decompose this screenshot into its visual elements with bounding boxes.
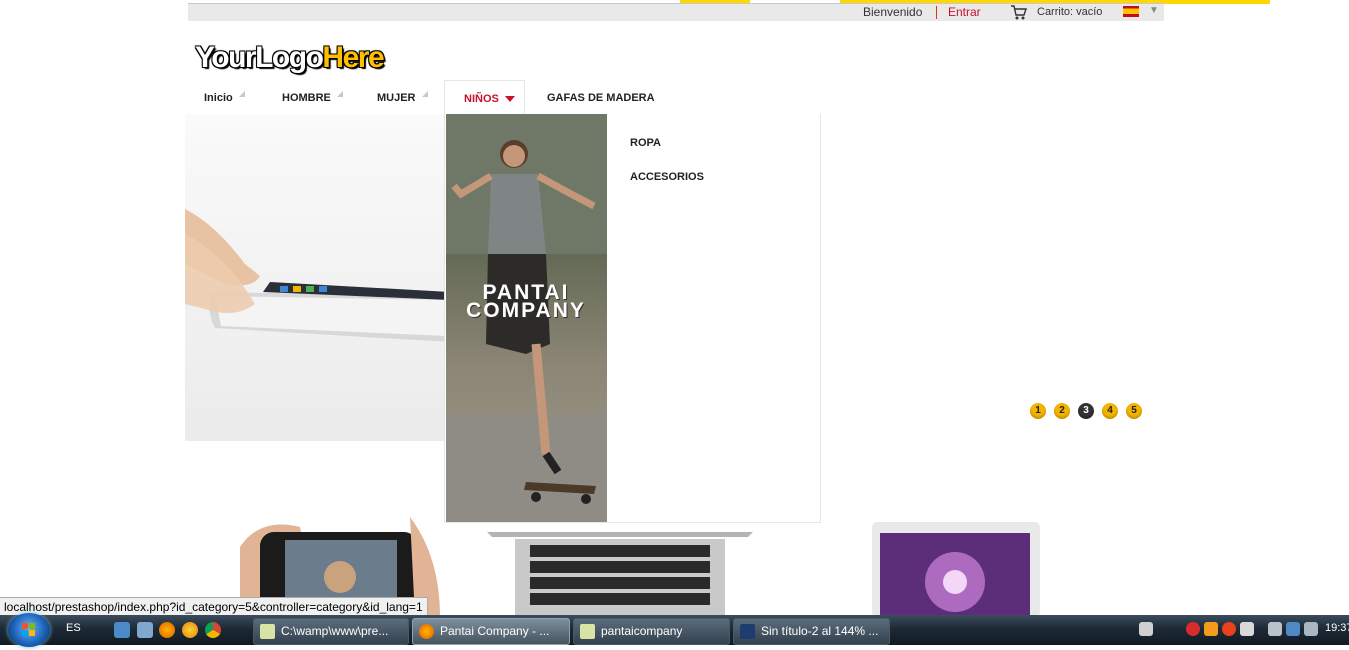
menu-item-label: NIÑOS [464,93,499,105]
cart-summary[interactable]: Carrito: vacío [1037,6,1102,18]
wamp-tray-icon[interactable] [1204,622,1218,636]
user-info-bar: Bienvenido Entrar Carrito: vacío ▼ [188,3,1164,21]
menu-item-mujer[interactable]: MUJER [377,80,428,114]
welcome-text: Bienvenido [863,5,923,19]
spain-flag-icon[interactable] [1123,6,1139,17]
slider-page-2[interactable]: 2 [1054,403,1070,419]
taskbar-task-explorer[interactable]: C:\wamp\www\pre... [253,618,409,645]
taskbar-task-notepad[interactable]: pantaicompany [573,618,730,645]
category-promo-image[interactable]: PANTAI COMPANY [446,114,607,522]
menu-item-label: MUJER [377,92,416,104]
task-label: Pantai Company - ... [440,624,550,638]
notepad-icon [260,624,275,639]
slider-page-1[interactable]: 1 [1030,403,1046,419]
menu-item-ninos[interactable]: NIÑOS [444,80,525,115]
submenu-indicator-icon [421,91,428,98]
taskbar-task-firefox[interactable]: Pantai Company - ... [412,618,570,645]
menu-item-inicio[interactable]: Inicio [204,80,245,114]
start-button[interactable] [8,613,50,647]
slider-page-3[interactable]: 3 [1078,403,1094,419]
taskbar-task-photoshop[interactable]: Sin título-2 al 144% ... [733,618,890,645]
windows-logo-icon [22,623,35,636]
task-label: Sin título-2 al 144% ... [761,624,879,638]
shopping-cart-icon[interactable] [1010,4,1027,21]
photoshop-icon [740,624,755,639]
chrome-icon[interactable] [205,622,221,638]
menu-item-label: HOMBRE [282,92,331,104]
logo-text-part2: Here [322,41,384,74]
switch-windows-icon[interactable] [137,622,153,638]
task-label: C:\wamp\www\pre... [281,624,389,638]
site-logo[interactable]: YourLogoHere [195,38,385,78]
menu-item-gafas-de-madera[interactable]: GAFAS DE MADERA [547,80,655,114]
show-desktop-icon[interactable] [114,622,130,638]
media-player-icon[interactable] [182,622,198,638]
firefox-icon [419,624,434,639]
logo-text-part1: YourLogo [195,41,324,74]
dropdown-arrow-icon [504,96,515,103]
volume-tray-icon[interactable] [1304,622,1318,636]
input-language[interactable]: ES [66,622,81,634]
pen-input-icon[interactable] [1139,622,1153,636]
error-tray-icon[interactable] [1186,622,1200,636]
divider [936,6,937,19]
status-bar-url: localhost/prestashop/index.php?id_catego… [0,597,428,617]
windows-taskbar: ES C:\wamp\www\pre... Pantai Company - .… [0,613,1349,647]
network-tray-icon[interactable] [1286,622,1300,636]
menu-item-label: Inicio [204,92,233,104]
menu-item-hombre[interactable]: HOMBRE [282,80,343,114]
slider-page-4[interactable]: 4 [1102,403,1118,419]
submenu-indicator-icon [238,91,245,98]
task-label: pantaicompany [601,624,683,638]
submenu-item-accesorios[interactable]: ACCESORIOS [630,171,704,183]
submenu-indicator-icon [336,91,343,98]
language-dropdown-arrow-icon[interactable]: ▼ [1149,5,1159,16]
slider-page-5[interactable]: 5 [1126,403,1142,419]
mail-tray-icon[interactable] [1240,622,1254,636]
login-link[interactable]: Entrar [948,5,981,19]
power-tray-icon[interactable] [1268,622,1282,636]
tablet-hand-image [185,209,450,342]
firefox-icon[interactable] [159,622,175,638]
brand-overlay-text: PANTAI COMPANY [466,281,586,322]
menu-item-label: GAFAS DE MADERA [547,92,655,104]
system-clock[interactable]: 19:37 [1325,622,1349,634]
notepad-icon [580,624,595,639]
warning-tray-icon[interactable] [1222,622,1236,636]
submenu-item-ropa[interactable]: ROPA [630,137,661,149]
ninos-dropdown-menu: PANTAI COMPANY ROPA ACCESORIOS [444,114,821,523]
